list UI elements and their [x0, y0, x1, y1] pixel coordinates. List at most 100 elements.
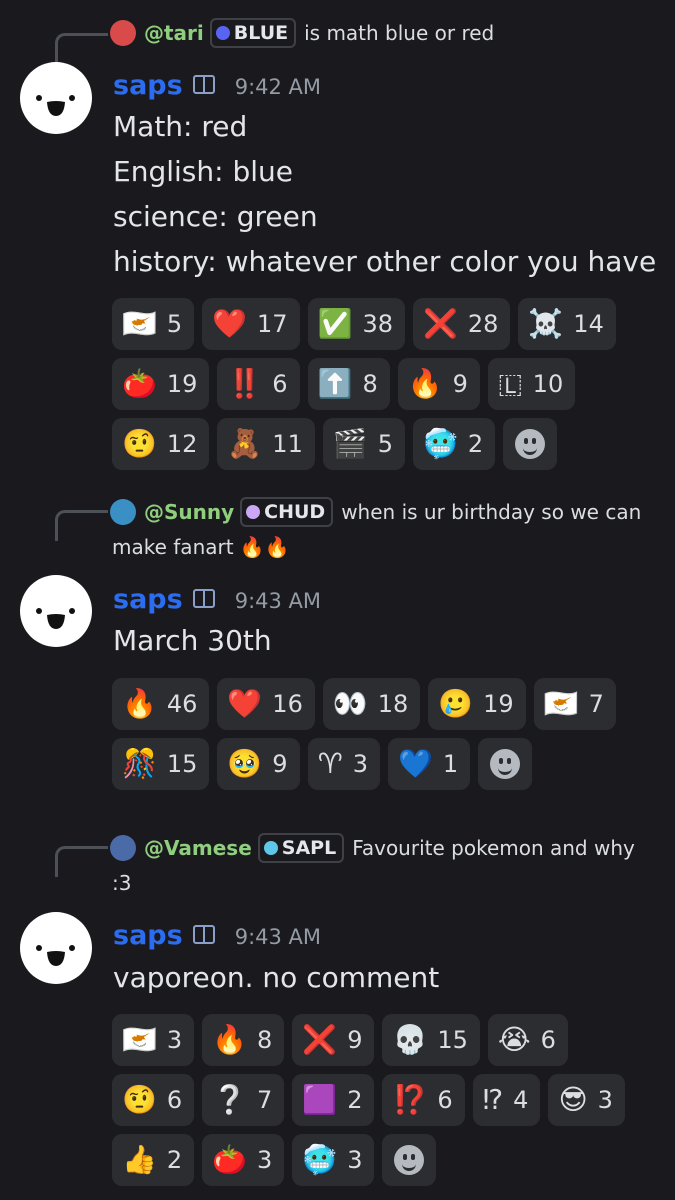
reaction[interactable]: ⁉️ 6	[382, 1074, 465, 1126]
reaction-count: 17	[257, 310, 288, 338]
add-reaction-button[interactable]	[382, 1134, 437, 1186]
reaction[interactable]: ‼️ 6	[217, 358, 300, 410]
reaction-emoji: 😎	[558, 1083, 588, 1116]
reaction-count: 18	[377, 690, 409, 718]
reaction-count: 10	[532, 370, 564, 398]
reaction-count: 8	[362, 370, 378, 398]
reaction[interactable]: 🥹 9	[217, 738, 300, 790]
reply-text-continued: make fanart 🔥🔥	[112, 535, 290, 559]
reaction-emoji: 🎊	[122, 747, 157, 780]
role-label: CHUD	[264, 501, 326, 523]
reaction[interactable]: 🥶 2	[413, 418, 496, 470]
author-name[interactable]: saps	[113, 920, 183, 951]
avatar[interactable]	[20, 575, 92, 647]
reaction-emoji: 🥶	[423, 427, 458, 460]
reaction[interactable]: 🧸 11	[217, 418, 315, 470]
reaction[interactable]: ❌ 9	[292, 1014, 375, 1066]
message-header: saps 9:43 AM	[113, 582, 321, 619]
reaction-count: 19	[166, 370, 198, 398]
reply-avatar[interactable]	[110, 20, 136, 46]
avatar[interactable]	[20, 62, 92, 134]
reaction-count: 9	[347, 1026, 363, 1054]
reaction-count: 7	[588, 690, 604, 718]
reaction-emoji: ☠️	[528, 307, 564, 340]
role-badge: SAPL	[257, 833, 345, 863]
reaction[interactable]: 🎬 5	[322, 418, 405, 470]
reaction[interactable]: ❔ 7	[202, 1074, 285, 1126]
author-name[interactable]: saps	[113, 584, 183, 615]
reaction-count: 14	[573, 310, 604, 338]
reaction-emoji: 🇨🇾	[122, 1023, 157, 1056]
reply-connector	[55, 33, 108, 64]
reaction[interactable]: ⬆️ 8	[307, 358, 390, 410]
message-header: saps 9:43 AM	[113, 918, 321, 955]
reaction[interactable]: 🍅 3	[202, 1134, 285, 1186]
reaction[interactable]: 🟪 2	[292, 1074, 375, 1126]
reaction[interactable]: ✅ 38	[307, 298, 405, 350]
reaction-emoji: ‼️	[227, 367, 263, 400]
reaction-emoji: ❌	[302, 1023, 338, 1056]
reply-username[interactable]: @tari	[144, 21, 204, 45]
reaction[interactable]: 🎊 15	[112, 738, 210, 790]
reply-text: is math blue or red	[304, 21, 495, 45]
reaction-emoji: 🍅	[212, 1143, 248, 1176]
reply-preview[interactable]: @Vamese SAPL Favourite pokemon and why	[110, 831, 645, 865]
reaction[interactable]: ❤️ 16	[217, 678, 315, 730]
reply-username[interactable]: @Sunny	[144, 500, 234, 524]
author-name[interactable]: saps	[113, 70, 183, 101]
reaction-count: 2	[467, 430, 484, 458]
reaction[interactable]: 💙 1	[387, 738, 471, 790]
reaction[interactable]: ♈ 3	[307, 738, 380, 790]
reaction-emoji: 🔥	[407, 367, 443, 400]
reaction-emoji: ⁉	[482, 1083, 504, 1116]
reaction-emoji: ⬆️	[317, 367, 353, 400]
reaction[interactable]: 😎 3	[548, 1074, 625, 1126]
add-reaction-button[interactable]	[478, 738, 533, 790]
reaction-emoji: 😭	[497, 1023, 531, 1056]
message-header: saps 9:42 AM	[113, 68, 321, 105]
reaction[interactable]: ☠️ 14	[518, 298, 616, 350]
reaction-count: 46	[166, 690, 198, 718]
message-line: history: whatever other color you have	[113, 245, 657, 278]
reaction[interactable]: 💀 15	[382, 1014, 480, 1066]
reaction[interactable]: 🔥 9	[397, 358, 480, 410]
reaction-emoji: 👍	[122, 1143, 157, 1176]
reply-avatar[interactable]	[110, 499, 136, 525]
reaction[interactable]: ⁉ 4	[472, 1074, 541, 1126]
reaction-emoji: ❔	[212, 1083, 248, 1116]
reply-connector	[55, 510, 108, 541]
role-label: SAPL	[281, 837, 337, 859]
reaction[interactable]: 🇨🇾 3	[112, 1014, 195, 1066]
reaction-count: 19	[483, 690, 514, 718]
reaction[interactable]: 🇱 10	[487, 358, 576, 410]
message-line: vaporeon. no comment	[113, 961, 440, 994]
reply-preview[interactable]: @Sunny CHUD when is ur birthday so we can	[110, 495, 645, 529]
reaction[interactable]: 🥶 3	[292, 1134, 375, 1186]
add-reaction-button[interactable]	[503, 418, 558, 470]
reaction[interactable]: 🍅 19	[112, 358, 210, 410]
reaction-count: 2	[166, 1146, 183, 1174]
reaction-emoji: ⁉️	[392, 1083, 428, 1116]
reaction[interactable]: 😭 6	[487, 1014, 568, 1066]
reaction[interactable]: 🤨 12	[112, 418, 210, 470]
reaction[interactable]: 👍 2	[112, 1134, 195, 1186]
reaction[interactable]: 🇨🇾 7	[533, 678, 616, 730]
reaction[interactable]: 👀 18	[322, 678, 421, 730]
reaction[interactable]: 🤨 6	[112, 1074, 195, 1126]
reaction[interactable]: 🇨🇾 5	[112, 298, 195, 350]
reaction-count: 6	[437, 1086, 453, 1114]
reaction[interactable]: ❤️ 17	[202, 298, 300, 350]
reply-username[interactable]: @Vamese	[144, 836, 252, 860]
reaction-emoji: 🤨	[122, 1083, 157, 1116]
reaction[interactable]: 🔥 8	[202, 1014, 285, 1066]
reply-preview[interactable]: @tari BLUE is math blue or red	[110, 16, 645, 50]
reaction[interactable]: 🥲 19	[428, 678, 526, 730]
reply-text: Favourite pokemon and why	[352, 836, 635, 860]
reaction[interactable]: ❌ 28	[413, 298, 511, 350]
reaction[interactable]: 🔥 46	[112, 678, 210, 730]
reaction-emoji: 🔥	[212, 1023, 248, 1056]
reaction-emoji: 🟪	[302, 1083, 338, 1116]
message-line: Math: red	[113, 110, 248, 143]
reply-avatar[interactable]	[110, 835, 136, 861]
avatar[interactable]	[20, 912, 92, 984]
